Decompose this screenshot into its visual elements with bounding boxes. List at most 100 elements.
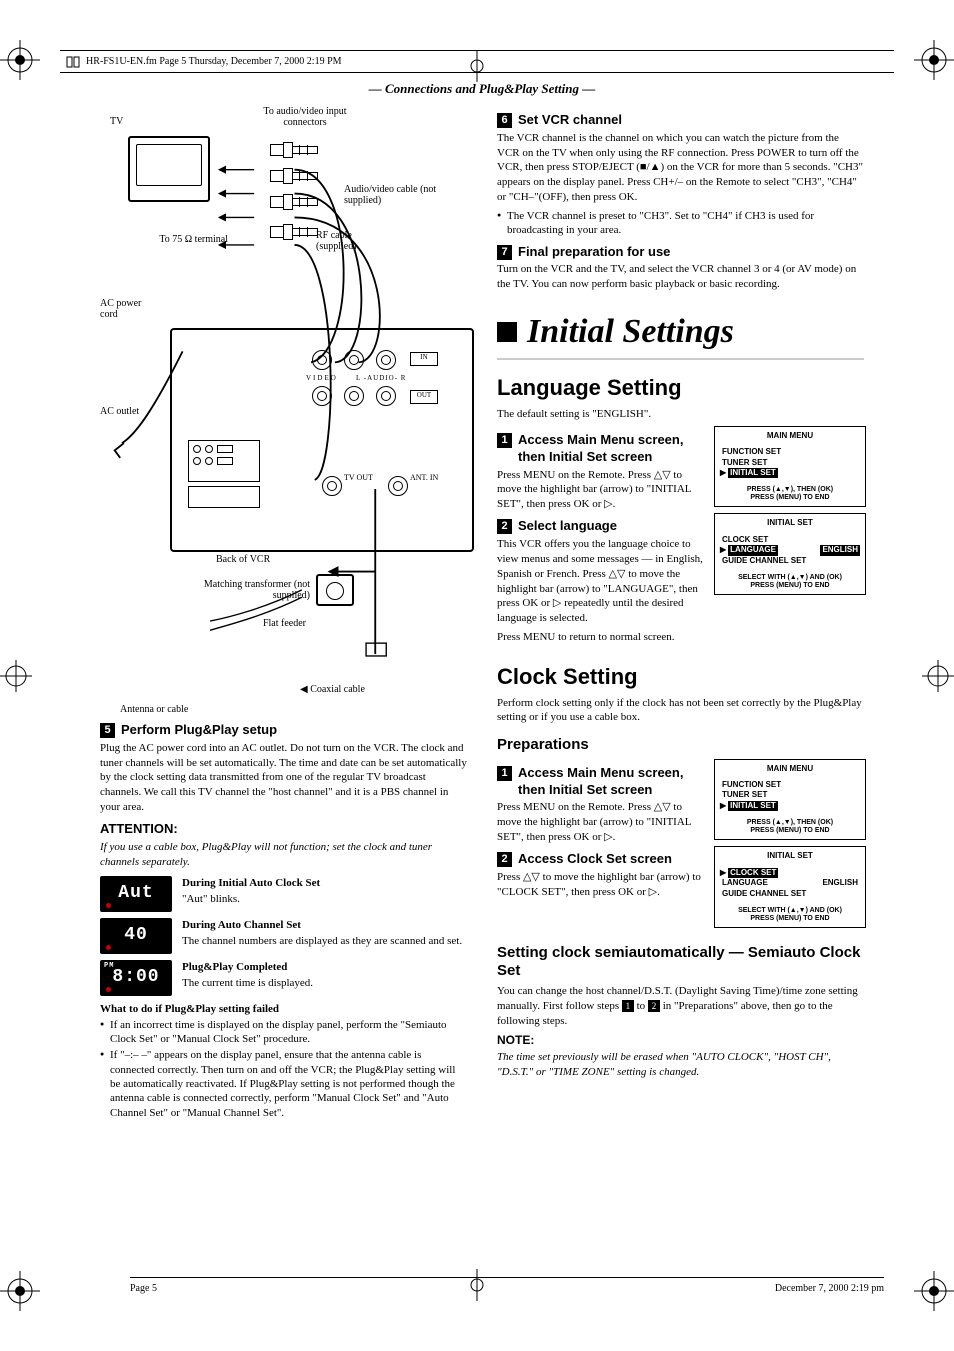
square-icon	[497, 322, 517, 342]
rf-plug-icon	[270, 224, 318, 240]
label-antenna-or-cable: Antenna or cable	[120, 704, 188, 716]
step6-title: Set VCR channel	[518, 112, 622, 129]
label-tv-out: TV OUT	[344, 474, 373, 482]
step-num-icon: 5	[100, 723, 115, 738]
registration-mark-icon	[461, 50, 493, 82]
step5-title: Perform Plug&Play setup	[121, 722, 277, 739]
label-rf-cable: RF cable (supplied)	[316, 230, 386, 253]
fail-list: If an incorrect time is displayed on the…	[100, 1018, 467, 1120]
clock-s2-title: Access Clock Set screen	[518, 851, 672, 868]
label-flat-feeder: Flat feeder	[226, 618, 306, 630]
panel-icon	[188, 440, 260, 482]
lang-s2-body2: Press MENU to return to normal screen.	[497, 630, 704, 645]
step6-heading: 6 Set VCR channel	[497, 112, 864, 129]
semiauto-heading: Setting clock semiautomatically — Semiau…	[497, 944, 864, 980]
language-intro: The default setting is "ENGLISH".	[497, 407, 864, 422]
fail-head: What to do if Plug&Play setting failed	[100, 1002, 467, 1016]
lang-s2-title: Select language	[518, 518, 617, 535]
step-num-icon: 1	[497, 433, 512, 448]
semiauto-body: You can change the host channel/D.S.T. (…	[497, 984, 864, 1029]
clock-intro: Perform clock setting only if the clock …	[497, 696, 864, 726]
label-av-cable: Audio/video cable (not supplied)	[344, 184, 454, 207]
label-audio: L -AUDIO- R	[356, 374, 406, 382]
label-matching-transformer: Matching transformer (not supplied)	[190, 579, 310, 602]
connection-diagram: TV To audio/video input connectors Audio…	[100, 106, 467, 716]
seg-display-aut: Aut	[100, 876, 172, 912]
tv-out-jack-icon	[322, 476, 342, 496]
seg-display-40: 40	[100, 918, 172, 954]
clock-s1-heading: 1 Access Main Menu screen, then Initial …	[497, 765, 704, 799]
lang-s1-body: Press MENU on the Remote. Press △▽ to mo…	[497, 468, 704, 513]
fail-bullet-2: If "–:– –" appears on the display panel,…	[100, 1048, 467, 1119]
main-menu-screen-2: MAIN MENU FUNCTION SET TUNER SET ▶INITIA…	[714, 759, 866, 841]
book-icon	[66, 56, 80, 68]
clock-s2-body: Press △▽ to move the highlight bar (arro…	[497, 870, 704, 900]
note-label: NOTE:	[497, 1033, 864, 1049]
footer-page: Page 5	[130, 1282, 157, 1295]
step-num-icon: 7	[497, 245, 512, 260]
av-plug-icon	[270, 168, 318, 184]
label-ac-outlet: AC outlet	[100, 406, 139, 418]
jack-icon	[312, 350, 332, 370]
step7-heading: 7 Final preparation for use	[497, 244, 864, 261]
display-row-1: Aut During Initial Auto Clock Set "Aut" …	[100, 876, 467, 912]
crop-mark-icon	[0, 40, 40, 80]
panel-icon	[188, 486, 260, 508]
registration-mark-icon	[922, 660, 954, 692]
footer-date: December 7, 2000 2:19 pm	[775, 1282, 884, 1295]
jack-icon	[344, 386, 364, 406]
attention-label: ATTENTION:	[100, 821, 467, 838]
display-row-3: PM8:00 Plug&Play Completed The current t…	[100, 960, 467, 996]
clock-s2-heading: 2 Access Clock Set screen	[497, 851, 704, 868]
initial-set-screen-lang: INITIAL SET CLOCK SET ▶LANGUAGEENGLISH G…	[714, 513, 866, 595]
seg-display-800: PM8:00	[100, 960, 172, 996]
label-ac-cord: AC power cord	[100, 298, 160, 321]
crop-mark-icon	[914, 40, 954, 80]
lang-s2-heading: 2 Select language	[497, 518, 704, 535]
attention-body: If you use a cable box, Plug&Play will n…	[100, 840, 467, 870]
preparations-heading: Preparations	[497, 735, 864, 755]
header-file-text: HR-FS1U-EN.fm Page 5 Thursday, December …	[86, 55, 342, 68]
fail-bullet-1: If an incorrect time is displayed on the…	[100, 1018, 467, 1047]
crop-mark-icon	[914, 1271, 954, 1311]
step-num-icon: 1	[497, 766, 512, 781]
step6-bullets: The VCR channel is preset to "CH3". Set …	[497, 209, 864, 238]
lang-s1-heading: 1 Access Main Menu screen, then Initial …	[497, 432, 704, 466]
av-plug-icon	[270, 194, 318, 210]
label-to-audio-video: To audio/video input connectors	[250, 106, 360, 129]
av-plug-icon	[270, 142, 318, 158]
disp2-body: The channel numbers are displayed as the…	[182, 934, 462, 949]
label-out: OUT	[410, 390, 438, 404]
step6-bullet: The VCR channel is preset to "CH3". Set …	[497, 209, 864, 238]
transformer-icon	[316, 574, 354, 606]
step-num-icon: 2	[497, 852, 512, 867]
label-to-75: To 75 Ω terminal	[118, 234, 228, 246]
ant-in-jack-icon	[388, 476, 408, 496]
clock-s1-body: Press MENU on the Remote. Press △▽ to mo…	[497, 800, 704, 845]
disp2-head: During Auto Channel Set	[182, 918, 462, 932]
registration-mark-icon	[0, 660, 32, 692]
label-tv: TV	[110, 116, 123, 128]
disp3-body: The current time is displayed.	[182, 976, 313, 991]
step7-title: Final preparation for use	[518, 244, 670, 261]
page-footer: Page 5 December 7, 2000 2:19 pm	[130, 1277, 884, 1295]
disp1-body: "Aut" blinks.	[182, 892, 320, 907]
step5-heading: 5 Perform Plug&Play setup	[100, 722, 467, 739]
step-num-icon: 2	[497, 519, 512, 534]
clock-setting-heading: Clock Setting	[497, 663, 864, 692]
disp3-head: Plug&Play Completed	[182, 960, 313, 974]
initial-set-screen-clock: INITIAL SET ▶CLOCK SET LANGUAGEENGLISH G…	[714, 846, 866, 928]
language-setting-heading: Language Setting	[497, 374, 864, 403]
display-row-2: 40 During Auto Channel Set The channel n…	[100, 918, 467, 954]
jack-icon	[344, 350, 364, 370]
initial-settings-heading: Initial Settings	[497, 310, 864, 354]
crop-mark-icon	[0, 1271, 40, 1311]
label-in: IN	[410, 352, 438, 366]
divider	[497, 358, 864, 360]
disp1-head: During Initial Auto Clock Set	[182, 876, 320, 890]
jack-icon	[376, 386, 396, 406]
lang-s2-body: This VCR offers you the language choice …	[497, 537, 704, 626]
jack-icon	[376, 350, 396, 370]
note-body: The time set previously will be erased w…	[497, 1050, 864, 1080]
step6-body: The VCR channel is the channel on which …	[497, 131, 864, 205]
